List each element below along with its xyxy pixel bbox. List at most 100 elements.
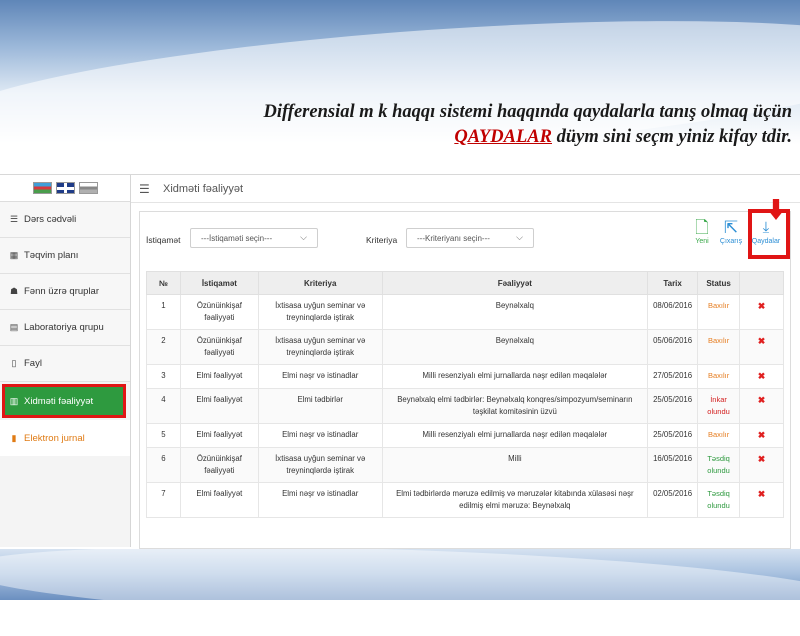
cell-status: Təsdiq olundu (697, 482, 741, 518)
table-body: 1 Özünüinkişaf fəaliyyəti İxtisasa uyğun s… (146, 294, 784, 518)
cell-activity: Elmi tədbirlərdə məruzə edilmiş və məruz… (381, 482, 649, 518)
cell-criteria: İxtisasa uyğun seminar və treyninqlərdə … (257, 447, 383, 483)
new-button[interactable]: 🗋 Yeni (688, 218, 716, 245)
page-title: Xidməti fəaliyyət (163, 182, 244, 195)
sidebar-item-label: Dərs cədvəli (24, 214, 77, 225)
delete-cell: ✖ (739, 447, 784, 483)
cell-criteria: İxtisasa uyğun seminar və treyninqlərdə … (257, 294, 383, 330)
cell-status: İnkar olundu (697, 388, 741, 424)
column-header: № (146, 271, 181, 295)
cell-activity: Beynəlxalq elmi tədbirlər: Beynəlxalq ko… (381, 388, 649, 424)
new-document-icon: 🗋 (695, 218, 709, 237)
cell-status: Təsdiq olundu (697, 447, 741, 483)
delete-icon[interactable]: ✖ (758, 395, 766, 405)
criteria-select-value: ---Kriteriyanı seçin--- (417, 233, 490, 243)
calendar-icon: ▦ (9, 250, 19, 260)
column-header: Kriteriya (257, 271, 383, 295)
cell-criteria: Elmi tədbirlər (257, 388, 383, 424)
language-switcher (0, 175, 130, 202)
cell-activity: Milli resenziyalı elmi jurnallarda nəşr … (381, 423, 649, 448)
topbar: ☰ Xidməti fəaliyyət (131, 175, 800, 203)
cell-direction: Özünüinkişaf fəaliyyəti (179, 294, 259, 330)
cell-n: 1 (146, 294, 181, 330)
cell-date: 16/05/2016 (647, 447, 699, 483)
delete-icon[interactable]: ✖ (758, 454, 766, 464)
cell-direction: Özünüinkişaf fəaliyyəti (179, 447, 259, 483)
headline-line-2: QAYDALAR düym sini seçm yiniz kifay tdir… (92, 125, 792, 150)
cell-criteria: Elmi nəşr və istinadlar (257, 482, 383, 518)
sidebar-nav: ☰ Dərs cədvəli ▦ Təqvim planı ☗ Fənn üzrə qru… (0, 202, 130, 456)
table-row: 4 Elmi fəaliyyət Elmi tədbirlər Beynəlxalq … (146, 388, 784, 424)
russia-flag-icon[interactable] (78, 182, 98, 194)
delete-icon[interactable]: ✖ (758, 336, 766, 346)
cell-activity: Beynəlxalq (381, 329, 649, 365)
background-swoosh (0, 0, 800, 185)
azerbaijan-flag-icon[interactable] (32, 182, 52, 194)
export-label: Çıxarış (719, 238, 743, 245)
cell-direction: Özünüinkişaf fəaliyyəti (179, 329, 259, 365)
column-header: Tarix (647, 271, 699, 295)
cell-status: Baxılır (697, 294, 741, 330)
criteria-label: Kriteriya (366, 235, 398, 245)
share-icon: ⇱ (723, 218, 739, 237)
sidebar-item-5[interactable]: ▥ Xidməti fəaliyyət (2, 384, 126, 418)
cell-n: 3 (146, 364, 181, 389)
cell-status: Baxılır (697, 329, 741, 365)
cell-activity: Milli resenziyalı elmi jurnallarda nəşr … (381, 364, 649, 389)
table-row: 7 Elmi fəaliyyət Elmi nəşr və istinadlar El… (146, 482, 784, 518)
column-header: Status (697, 271, 741, 295)
hamburger-icon[interactable]: ☰ (139, 182, 151, 196)
direction-label: İstiqamət (146, 235, 181, 245)
sidebar-item-4[interactable]: ▯ Fayl (0, 346, 130, 382)
direction-select[interactable]: ---İstiqaməti seçin--- ⌵ (190, 228, 318, 248)
cell-n: 4 (146, 388, 181, 424)
export-button[interactable]: ⇱ Çıxarış (717, 218, 745, 245)
sidebar-item-label: Xidməti fəaliyyət (24, 395, 94, 407)
cell-criteria: Elmi nəşr və istinadlar (257, 364, 383, 389)
file-icon: ▯ (11, 358, 17, 368)
criteria-select[interactable]: ---Kriteriyanı seçin--- ⌵ (406, 228, 534, 248)
app-window: ☰ Dərs cədvəli ▦ Təqvim planı ☗ Fənn üzrə qru… (0, 174, 800, 549)
delete-icon[interactable]: ✖ (758, 371, 766, 381)
cell-activity: Beynəlxalq (381, 294, 649, 330)
delete-icon[interactable]: ✖ (758, 430, 766, 440)
table-header-row: № İstiqamət Kriteriya Fəaliyyət Tarix Status (146, 271, 784, 295)
column-header: İstiqamət (179, 271, 259, 295)
sidebar-item-label: Təqvim planı (24, 250, 79, 261)
sidebar-item-2[interactable]: ☗ Fənn üzrə qruplar (0, 274, 130, 310)
chart-icon: ▥ (9, 395, 19, 406)
sidebar-item-1[interactable]: ▦ Təqvim planı (0, 238, 130, 274)
cell-activity: Milli (381, 447, 649, 483)
cell-direction: Elmi fəaliyyət (179, 482, 259, 518)
new-label: Yeni (695, 238, 709, 245)
delete-cell: ✖ (739, 294, 784, 330)
bottom-background (0, 534, 800, 636)
list-icon: ☰ (9, 214, 19, 224)
headline-keyword: QAYDALAR (454, 127, 552, 147)
instruction-headline: Differensial m k haqqı sistemi haqqında … (92, 100, 792, 150)
sidebar-item-0[interactable]: ☰ Dərs cədvəli (0, 202, 130, 238)
delete-cell: ✖ (739, 482, 784, 518)
table-row: 6 Özünüinkişaf fəaliyyəti İxtisasa uyğun s… (146, 447, 784, 483)
headline-line-1: Differensial m k haqqı sistemi haqqında … (263, 102, 792, 122)
delete-cell: ✖ (739, 364, 784, 389)
sidebar-item-3[interactable]: ▤ Laboratoriya qrupu (0, 310, 130, 346)
table-row: 2 Özünüinkişaf fəaliyyəti İxtisasa uyğun s… (146, 329, 784, 365)
sidebar-item-6[interactable]: ▮ Elektron jurnal (0, 420, 130, 456)
headline-line-2-text: düym sini seçm yiniz kifay tdir. (552, 127, 792, 147)
table-row: 1 Özünüinkişaf fəaliyyəti İxtisasa uyğun s… (146, 294, 784, 330)
grid-icon: ▤ (9, 322, 19, 332)
column-header: Fəaliyyət (381, 271, 649, 295)
cell-n: 2 (146, 329, 181, 365)
delete-icon[interactable]: ✖ (758, 301, 766, 311)
sidebar-item-label: Fənn üzrə qruplar (24, 286, 99, 297)
delete-icon[interactable]: ✖ (758, 489, 766, 499)
sidebar-item-label: Elektron jurnal (24, 432, 85, 444)
main-panel: İstiqamət ---İstiqaməti seçin--- ⌵ Krite… (139, 211, 791, 549)
chevron-down-icon: ⌵ (516, 232, 523, 242)
sidebar: ☰ Dərs cədvəli ▦ Təqvim planı ☗ Fənn üzrə qru… (0, 175, 131, 547)
uk-flag-icon[interactable] (55, 182, 75, 194)
users-icon: ☗ (9, 286, 19, 296)
delete-cell: ✖ (739, 329, 784, 365)
cell-n: 7 (146, 482, 181, 518)
